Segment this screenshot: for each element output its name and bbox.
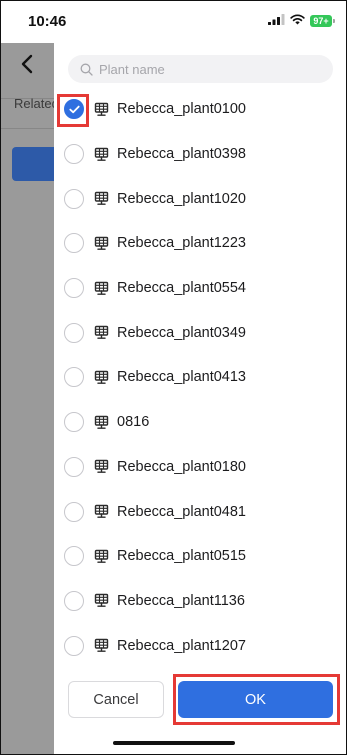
search-box[interactable] bbox=[68, 55, 333, 83]
plant-list-item[interactable]: Rebecca_plant0481 bbox=[54, 489, 346, 534]
plant-name: Rebecca_plant0515 bbox=[117, 548, 246, 565]
phone-screen: 10:46 97+ Relate Plant name Rebecca_plan… bbox=[0, 0, 347, 755]
solar-plant-icon bbox=[93, 369, 109, 385]
background-related-label: Related bbox=[14, 96, 54, 111]
status-time: 10:46 bbox=[28, 13, 67, 30]
plant-list-item[interactable]: 0816 bbox=[54, 400, 346, 445]
radio-unchecked-icon[interactable] bbox=[64, 635, 84, 656]
status-icons: 97+ bbox=[268, 12, 335, 30]
background-primary-button bbox=[12, 147, 54, 181]
solar-plant-icon bbox=[93, 101, 109, 117]
plant-name: Rebecca_plant1223 bbox=[117, 235, 246, 252]
radio-unchecked-icon[interactable] bbox=[64, 144, 84, 165]
plant-list: Rebecca_plant0100 Rebecca_plant0398 Rebecc… bbox=[54, 87, 346, 668]
search-input[interactable] bbox=[99, 61, 319, 77]
radio-unchecked-icon[interactable] bbox=[64, 546, 84, 567]
plant-list-item[interactable]: Rebecca_plant1207 bbox=[54, 623, 346, 668]
plant-list-item[interactable]: Rebecca_plant0349 bbox=[54, 310, 346, 355]
plant-name: Rebecca_plant0398 bbox=[117, 146, 246, 163]
plant-list-item[interactable]: Rebecca_plant1020 bbox=[54, 176, 346, 221]
plant-list-item[interactable]: Rebecca_plant0413 bbox=[54, 355, 346, 400]
plant-name: Rebecca_plant1136 bbox=[117, 592, 245, 609]
radio-unchecked-icon[interactable] bbox=[64, 188, 84, 209]
plant-name: Rebecca_plant0100 bbox=[117, 101, 246, 118]
cancel-button[interactable]: Cancel bbox=[68, 681, 164, 718]
radio-unchecked-icon[interactable] bbox=[64, 367, 84, 388]
back-arrow-icon[interactable] bbox=[15, 51, 39, 77]
radio-unchecked-icon[interactable] bbox=[64, 501, 84, 522]
plant-list-item[interactable]: Rebecca_plant0398 bbox=[54, 132, 346, 177]
drawer-footer: Cancel OK bbox=[54, 669, 346, 729]
solar-plant-icon bbox=[93, 280, 109, 296]
radio-unchecked-icon[interactable] bbox=[64, 456, 84, 477]
plant-selector-drawer: Rebecca_plant0100 Rebecca_plant0398 Rebecc… bbox=[54, 43, 346, 754]
home-indicator bbox=[113, 741, 235, 745]
plant-list-item[interactable]: Rebecca_plant0515 bbox=[54, 534, 346, 579]
plant-name: Rebecca_plant0349 bbox=[117, 324, 246, 341]
solar-plant-icon bbox=[93, 638, 109, 654]
solar-plant-icon bbox=[93, 593, 109, 609]
plant-name: Rebecca_plant1207 bbox=[117, 637, 246, 654]
solar-plant-icon bbox=[93, 548, 109, 564]
plant-list-item[interactable]: Rebecca_plant0100 bbox=[54, 87, 346, 132]
solar-plant-icon bbox=[93, 235, 109, 251]
background-page-overlay[interactable]: Related bbox=[1, 43, 54, 754]
plant-name: Rebecca_plant0554 bbox=[117, 280, 246, 297]
highlight-annotation-checkbox bbox=[57, 94, 89, 127]
solar-plant-icon bbox=[93, 414, 109, 430]
background-divider bbox=[1, 128, 54, 129]
plant-name: 0816 bbox=[117, 414, 150, 431]
radio-unchecked-icon[interactable] bbox=[64, 412, 84, 433]
signal-icon bbox=[268, 12, 285, 30]
radio-unchecked-icon[interactable] bbox=[64, 278, 84, 299]
wifi-icon bbox=[290, 12, 305, 30]
plant-list-item[interactable]: Rebecca_plant0180 bbox=[54, 445, 346, 490]
plant-name: Rebecca_plant0180 bbox=[117, 458, 246, 475]
status-bar: 10:46 97+ bbox=[1, 1, 346, 43]
highlight-annotation-ok bbox=[173, 674, 340, 725]
solar-plant-icon bbox=[93, 191, 109, 207]
plant-name: Rebecca_plant0413 bbox=[117, 369, 246, 386]
solar-plant-icon bbox=[93, 504, 109, 520]
plant-list-item[interactable]: Rebecca_plant1136 bbox=[54, 579, 346, 624]
radio-unchecked-icon[interactable] bbox=[64, 590, 84, 611]
plant-name: Rebecca_plant0481 bbox=[117, 503, 246, 520]
plant-name: Rebecca_plant1020 bbox=[117, 190, 246, 207]
solar-plant-icon bbox=[93, 325, 109, 341]
radio-unchecked-icon[interactable] bbox=[64, 322, 84, 343]
radio-unchecked-icon[interactable] bbox=[64, 233, 84, 254]
solar-plant-icon bbox=[93, 459, 109, 475]
battery-icon: 97+ bbox=[310, 15, 335, 27]
plant-list-item[interactable]: Rebecca_plant0554 bbox=[54, 266, 346, 311]
solar-plant-icon bbox=[93, 146, 109, 162]
search-icon bbox=[79, 62, 93, 76]
plant-list-item[interactable]: Rebecca_plant1223 bbox=[54, 221, 346, 266]
